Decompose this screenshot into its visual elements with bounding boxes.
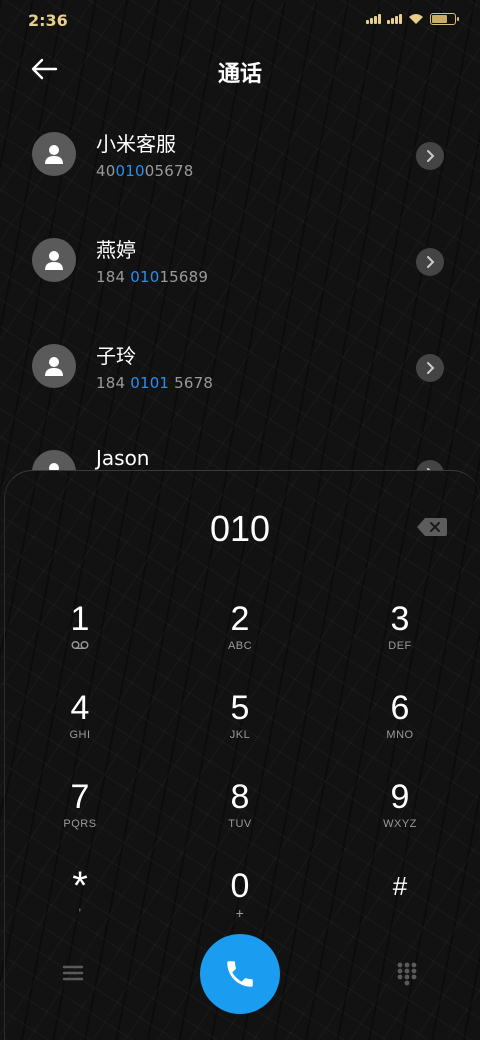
contact-row[interactable]: 小米客服 4001005678 [0,118,480,198]
key-digit: 6 [390,689,410,727]
key-letters [330,907,470,921]
battery-icon [430,13,459,25]
menu-button[interactable] [60,962,86,984]
key-digit: 2 [230,600,250,638]
signal-icon-secondary [387,14,402,24]
chevron-right-icon [427,256,435,268]
key-digit: 1 [70,600,90,638]
contact-detail-button[interactable] [416,354,444,382]
key-digit: * [72,864,88,908]
status-time: 2:36 [28,11,68,30]
key-letters: DEF [388,640,412,652]
key-star[interactable]: * , [10,859,150,939]
contact-name: 小米客服 [96,132,176,156]
key-hash[interactable]: # [330,859,470,939]
key-letters: TUV [228,818,252,830]
key-digit: 8 [230,778,250,816]
key-letters: MNO [386,729,414,741]
status-bar: 2:36 [0,0,480,40]
avatar [32,132,76,176]
backspace-icon [417,518,447,536]
person-icon [45,357,63,376]
delete-button[interactable] [416,516,448,538]
key-6[interactable]: 6 MNO [330,681,470,761]
key-letters [10,640,150,654]
key-digit: 0 [230,867,250,905]
call-button[interactable] [200,934,280,1014]
key-0[interactable]: 0 + [170,859,310,939]
contact-number: 184 0101 5678 [96,374,214,392]
key-7[interactable]: 7 PQRS [10,770,150,850]
contact-name: 子玲 [96,344,136,368]
contact-name: 燕婷 [96,238,136,262]
contact-detail-button[interactable] [416,248,444,276]
page-title: 通话 [217,62,262,87]
key-digit: 5 [230,689,250,727]
key-9[interactable]: 9 WXYZ [330,770,470,850]
key-letters: + [235,905,245,921]
key-letters: WXYZ [383,818,417,830]
key-letters: PQRS [63,818,97,830]
key-1[interactable]: 1 [10,592,150,672]
key-letters: , [78,901,82,913]
contact-name: Jason [96,446,150,470]
contact-row[interactable]: 燕婷 184 01015689 [0,224,480,304]
phone-icon [227,961,253,987]
voicemail-icon [71,641,89,649]
dialpad-icon [397,962,417,986]
contact-row[interactable]: 子玲 184 0101 5678 [0,330,480,410]
key-digit: 3 [390,600,410,638]
contact-number: 4001005678 [96,162,194,180]
avatar [32,238,76,282]
key-digit: 4 [70,689,90,727]
contact-number: 184 01015689 [96,268,209,286]
person-icon [45,251,63,270]
key-letters: GHI [69,729,91,741]
key-4[interactable]: 4 GHI [10,681,150,761]
key-digit: 7 [70,778,90,816]
chevron-right-icon [427,150,435,162]
status-icons [366,13,459,25]
dialed-number[interactable]: 010 [0,508,480,550]
key-3[interactable]: 3 DEF [330,592,470,672]
person-icon [45,145,63,164]
wifi-icon [409,14,423,24]
contact-detail-button[interactable] [416,142,444,170]
key-2[interactable]: 2 ABC [170,592,310,672]
key-digit: 9 [390,778,410,816]
dialpad-toggle-button[interactable] [394,960,420,986]
signal-icon [366,14,381,24]
key-8[interactable]: 8 TUV [170,770,310,850]
menu-icon [62,965,84,981]
avatar [32,344,76,388]
chevron-right-icon [427,362,435,374]
header: 通话 [0,40,480,100]
key-letters: ABC [227,640,253,652]
key-5[interactable]: 5 JKL [170,681,310,761]
key-letters: JKL [229,729,251,741]
key-digit: # [392,871,408,901]
